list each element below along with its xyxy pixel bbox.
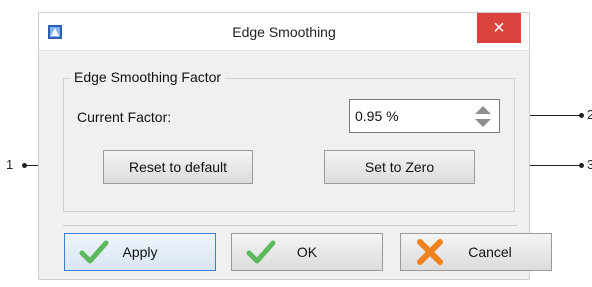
cancel-button[interactable]: Cancel bbox=[400, 233, 552, 271]
title-bar[interactable]: Edge Smoothing × bbox=[39, 13, 529, 51]
callout-number-1: 1 bbox=[6, 157, 14, 172]
current-factor-label: Current Factor: bbox=[77, 109, 172, 125]
close-button[interactable]: × bbox=[477, 13, 521, 43]
ok-label: OK bbox=[296, 244, 318, 260]
apply-label: Apply bbox=[122, 244, 158, 260]
spin-down-arrow-icon[interactable] bbox=[475, 119, 491, 127]
callout-number-3: 3 bbox=[587, 157, 592, 172]
callout-dot-3 bbox=[579, 163, 584, 168]
callout-number-2: 2 bbox=[587, 107, 592, 122]
spin-up-arrow-icon[interactable] bbox=[475, 106, 491, 114]
reset-to-default-button[interactable]: Reset to default bbox=[103, 150, 253, 184]
callout-dot-2 bbox=[579, 113, 584, 118]
dialog-title: Edge Smoothing bbox=[232, 24, 336, 40]
set-to-zero-button[interactable]: Set to Zero bbox=[324, 150, 475, 184]
edge-smoothing-dialog: Edge Smoothing × Edge Smoothing Factor C… bbox=[38, 12, 552, 280]
factor-spinbox[interactable]: 0.95 % bbox=[349, 99, 500, 133]
close-icon: × bbox=[493, 17, 505, 39]
factor-value[interactable]: 0.95 % bbox=[355, 100, 399, 132]
divider bbox=[63, 225, 517, 226]
cancel-label: Cancel bbox=[468, 244, 512, 260]
apply-button[interactable]: Apply bbox=[64, 233, 216, 271]
ok-button[interactable]: OK bbox=[231, 233, 383, 271]
group-label: Edge Smoothing Factor bbox=[70, 69, 226, 85]
